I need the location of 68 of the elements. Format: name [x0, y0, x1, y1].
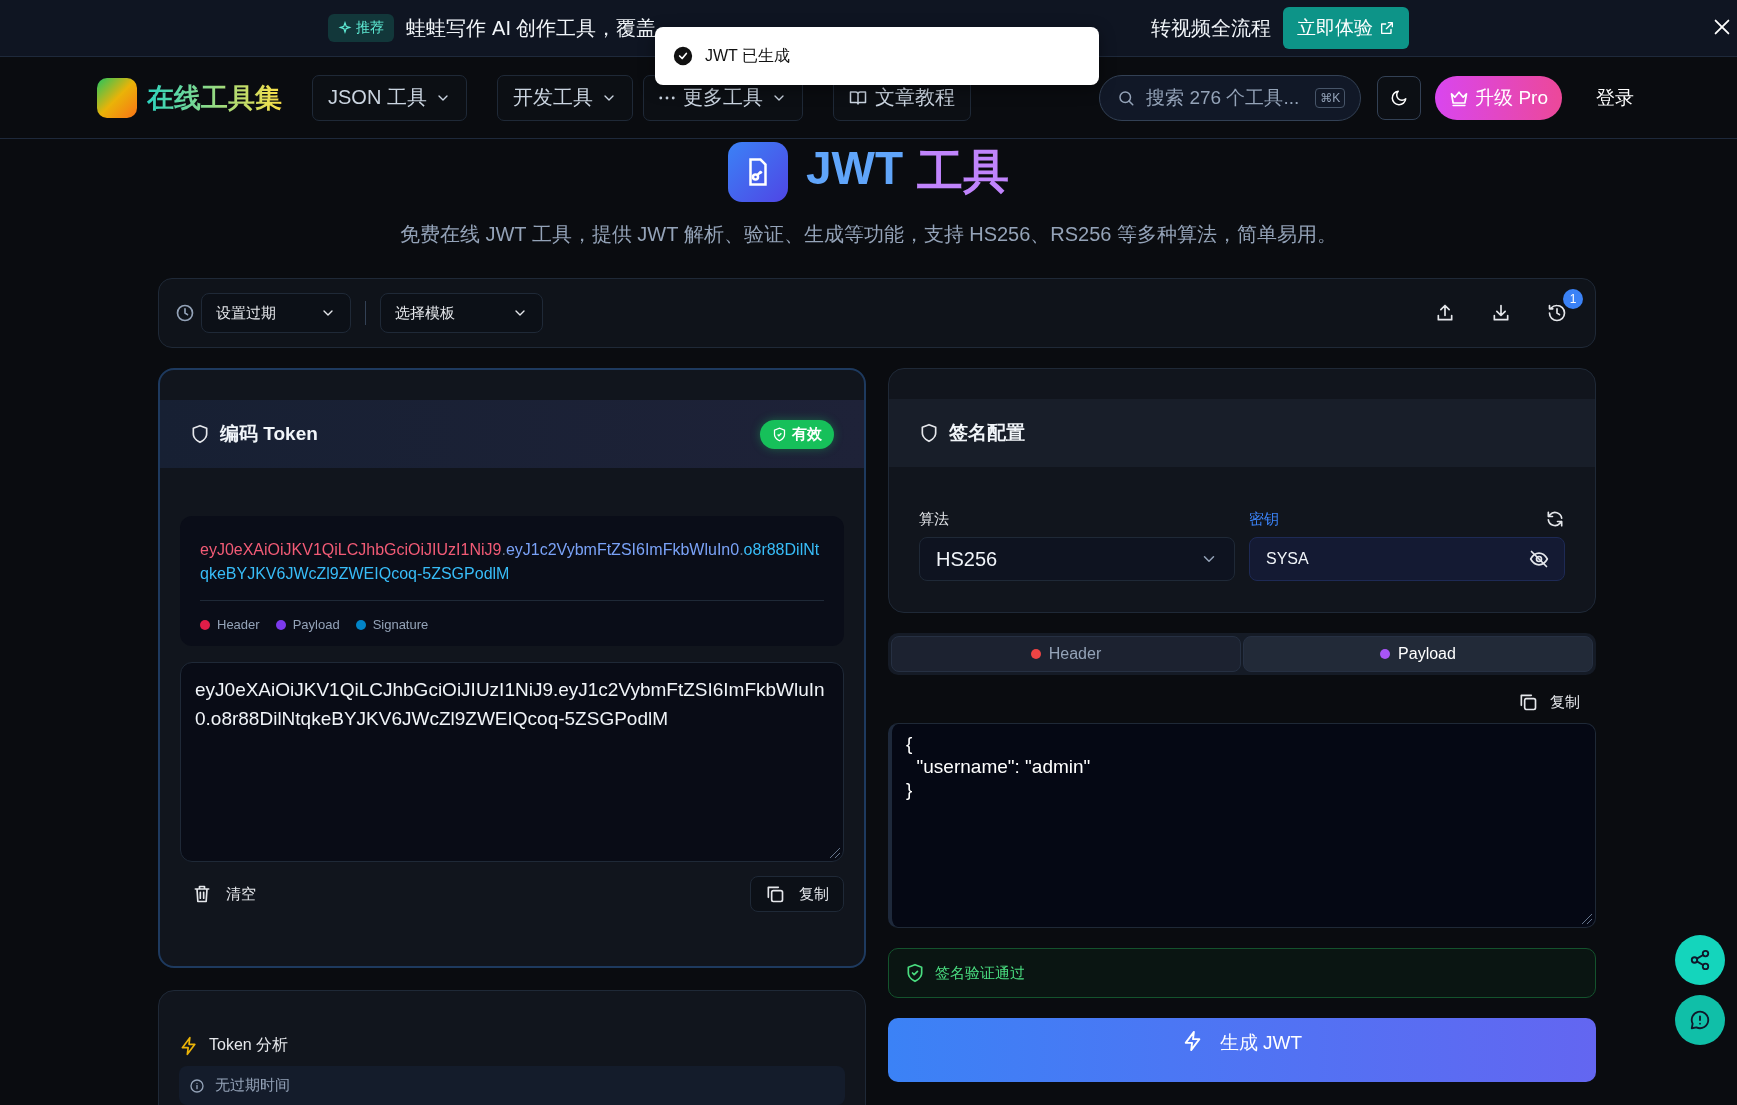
analysis-text: 无过期时间: [215, 1076, 290, 1095]
refresh-button[interactable]: [1545, 509, 1565, 529]
shield-icon: [190, 424, 210, 444]
upload-icon: [1435, 303, 1455, 323]
nav-menu[interactable]: 开发工具: [496, 74, 633, 121]
upgrade-button[interactable]: 升级 Pro: [1435, 75, 1562, 120]
payload-editor[interactable]: { "username": "admin" }: [888, 723, 1596, 928]
copy-button[interactable]: 复制: [1512, 691, 1586, 713]
chat-alert-icon: [1689, 1009, 1711, 1031]
tab[interactable]: Header: [891, 636, 1241, 672]
feedback-button[interactable]: [1675, 995, 1725, 1045]
shield-icon: [919, 423, 939, 443]
copy-icon: [765, 884, 785, 904]
recommend-badge: 推荐: [328, 14, 395, 42]
logo-icon: [97, 77, 137, 118]
nav-menu[interactable]: JSON 工具: [312, 74, 467, 121]
colored-token: eyJ0eXAiOiJKV1QiLCJhbGciOiJIUzI1NiJ9.eyJ1c2VybmFtZSI6ImFkbWluIn0.o8r88DilNtqkeBYJKV6JWcZl9ZWEIQcoq-5ZSGPodlM: [200, 538, 824, 601]
login-link[interactable]: 登录: [1590, 83, 1640, 112]
lightning-icon: [179, 1035, 199, 1056]
book-icon: [848, 88, 867, 107]
field-label: 算法: [919, 509, 949, 529]
copy-button[interactable]: 复制: [750, 876, 844, 912]
share-button[interactable]: [1675, 935, 1725, 985]
history-icon: [1547, 303, 1567, 323]
card-title: 编码 Token: [220, 422, 318, 446]
theme-toggle[interactable]: [1377, 75, 1422, 120]
valid-badge: 有效: [760, 419, 834, 449]
verification-text: 签名验证通过: [935, 963, 1025, 983]
algorithm-select[interactable]: HS256: [919, 537, 1235, 581]
token-input[interactable]: eyJ0eXAiOiJKV1QiLCJhbGciOiJIUzI1NiJ9.eyJ1c2VybmFtZSI6ImFkbWluIn0.o8r88DilNtqkeBYJKV6JWcZl9ZWEIQcoq-5ZSGPodlM: [180, 662, 844, 862]
card-title: Token 分析: [209, 1035, 289, 1055]
expiry-select[interactable]: 设置过期: [201, 293, 351, 333]
download-icon: [1491, 303, 1511, 323]
eye-off-icon: [1529, 549, 1549, 569]
search-icon: [1117, 88, 1136, 107]
secret-field[interactable]: SYSA: [1249, 537, 1565, 581]
legend-label: Signature: [372, 617, 429, 632]
history-count-badge: 1: [1563, 289, 1583, 309]
legend-label: Payload: [292, 617, 340, 632]
template-select[interactable]: 选择模板: [380, 293, 543, 333]
resize-grip-icon[interactable]: [1581, 913, 1593, 925]
shortcut-hint: ⌘K: [1315, 87, 1346, 108]
tab[interactable]: Payload: [1243, 636, 1593, 672]
page-title: 工具: [917, 144, 1010, 199]
copy-icon: [1518, 692, 1538, 712]
resize-grip-icon[interactable]: [829, 847, 841, 859]
file-key-icon: [727, 142, 788, 202]
clock-icon: [175, 303, 195, 323]
card-title: 签名配置: [949, 421, 1025, 445]
toast-message: JWT 已生成: [705, 45, 791, 66]
legend-label: Header: [217, 617, 260, 632]
trash-icon: [192, 884, 212, 904]
try-now-button[interactable]: 立即体验: [1282, 7, 1409, 49]
more-icon: [658, 95, 675, 100]
moon-icon: [1390, 88, 1409, 107]
check-circle-icon: [673, 46, 693, 66]
info-icon: [189, 1077, 205, 1094]
generate-button[interactable]: 生成 JWT: [888, 1018, 1596, 1082]
share-icon: [1689, 949, 1711, 971]
page-subtitle: 免费在线 JWT 工具，提供 JWT 解析、验证、生成等功能，支持 HS256、RS256 等多种算法，简单易用。: [399, 222, 1338, 247]
clear-button[interactable]: 清空: [180, 884, 268, 904]
banner-text: 转视频全流程: [1150, 15, 1271, 41]
banner-text: 蛙蛙写作 AI 创作工具，覆盖: [406, 15, 657, 41]
shield-check-icon: [905, 963, 925, 983]
refresh-icon: [1545, 509, 1565, 529]
field-label: 密钥: [1249, 509, 1279, 529]
external-link-icon: [1378, 20, 1395, 36]
page-title: JWT: [805, 141, 904, 196]
